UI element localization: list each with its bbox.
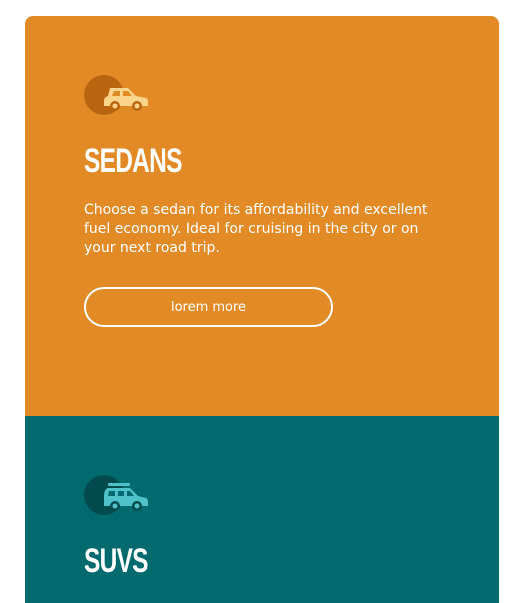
card-description-sedans: Choose a sedan for its affordability and…: [84, 202, 428, 256]
card-title-suvs: SUVS: [84, 542, 149, 580]
card-suvs: SUVS: [25, 416, 499, 603]
vehicle-cards: SEDANS Choose a sedan for its affordabil…: [25, 16, 499, 603]
card-title-sedans: SEDANS: [84, 142, 182, 180]
learn-more-button[interactable]: lorem more: [84, 287, 333, 327]
card-sedans: SEDANS Choose a sedan for its affordabil…: [25, 16, 499, 416]
sedan-car-icon: [84, 75, 154, 115]
suv-car-icon: [84, 475, 154, 515]
